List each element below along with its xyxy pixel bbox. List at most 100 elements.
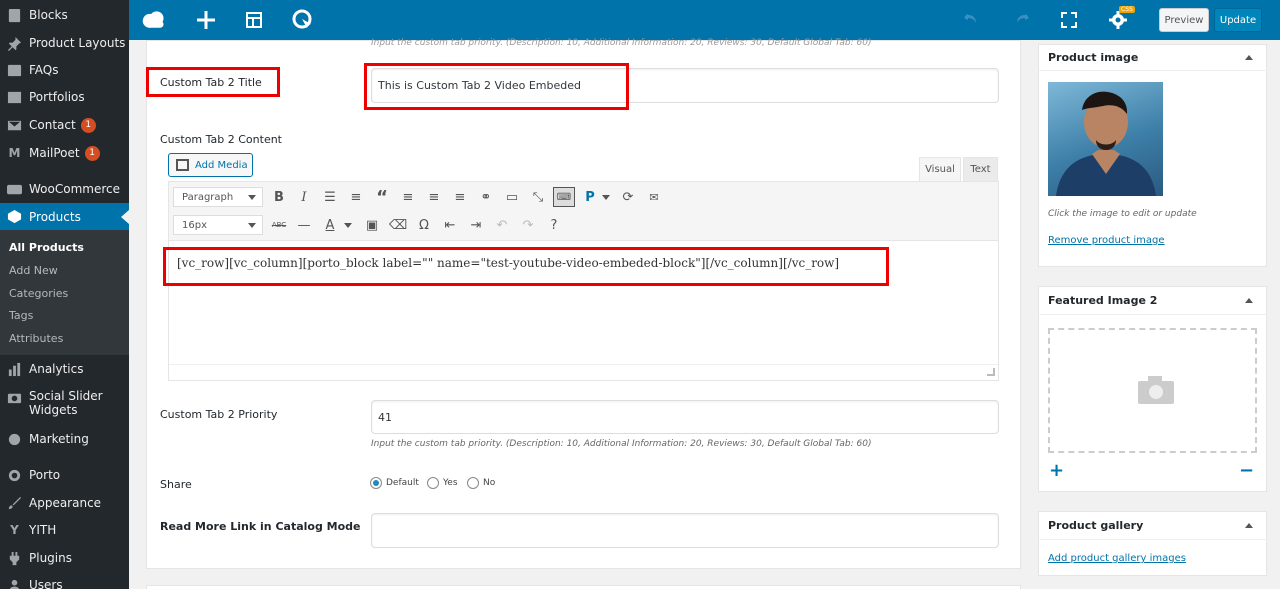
- highlight-box: [163, 247, 889, 286]
- align-right-icon[interactable]: ≡: [451, 188, 469, 206]
- refresh-icon[interactable]: ⟳: [619, 188, 637, 206]
- submenu-categories[interactable]: Categories: [9, 287, 68, 300]
- submenu-attributes[interactable]: Attributes: [9, 332, 63, 345]
- horizontal-line-icon[interactable]: —: [295, 216, 313, 234]
- add-media-button[interactable]: Add Media: [168, 153, 253, 177]
- tab2-priority-input[interactable]: 41: [371, 400, 999, 434]
- redo-icon[interactable]: [1008, 8, 1034, 32]
- collapse-arrow-icon[interactable]: [1245, 523, 1253, 528]
- update-button[interactable]: Update: [1214, 8, 1262, 32]
- fullscreen-icon[interactable]: [1056, 8, 1082, 32]
- sidebar-item-products[interactable]: Products: [0, 203, 129, 230]
- blockquote-icon[interactable]: “: [373, 187, 391, 208]
- blocks-icon: [7, 8, 22, 23]
- align-center-icon[interactable]: ≡: [425, 188, 443, 206]
- more-tag-icon[interactable]: ▭: [503, 188, 521, 206]
- share-radio-yes[interactable]: Yes: [427, 477, 458, 489]
- paste-text-icon[interactable]: ▣: [363, 216, 381, 234]
- link-icon[interactable]: ⚭: [477, 188, 495, 206]
- sidebar-item-product-layouts[interactable]: Product Layouts: [0, 30, 129, 56]
- strikethrough-icon[interactable]: ABC: [270, 216, 288, 234]
- sidebar-item-woocommerce[interactable]: WooCommerce: [0, 176, 129, 202]
- radio-button[interactable]: [427, 477, 439, 489]
- radio-button[interactable]: [467, 477, 479, 489]
- pin-icon: [7, 36, 22, 51]
- priority-hint: Input the custom tab priority. (Descript…: [371, 439, 872, 449]
- fullscreen-editor-icon[interactable]: ⤡: [529, 188, 547, 206]
- collapse-arrow-icon[interactable]: [1245, 298, 1253, 303]
- sidebar-item-appearance[interactable]: Appearance: [0, 490, 129, 516]
- sidebar-item-yith[interactable]: Y YITH: [0, 517, 129, 543]
- collapse-arrow-icon[interactable]: [1245, 55, 1253, 60]
- redo-editor-icon[interactable]: ↷: [519, 216, 537, 234]
- highlight-box: [364, 63, 629, 110]
- porto-shortcode-icon[interactable]: P: [581, 188, 599, 206]
- outdent-icon[interactable]: ⇤: [441, 216, 459, 234]
- tab2-priority-label: Custom Tab 2 Priority: [160, 408, 278, 421]
- porto-icon: [7, 468, 22, 483]
- text-color-icon[interactable]: A: [321, 216, 339, 234]
- font-size-select[interactable]: 16px: [173, 215, 263, 235]
- tab-visual[interactable]: Visual: [919, 157, 961, 181]
- product-image-title: Product image: [1048, 51, 1139, 64]
- paragraph-format-select[interactable]: Paragraph: [173, 187, 263, 207]
- sidebar-item-faqs[interactable]: FAQs: [0, 57, 129, 83]
- bold-icon[interactable]: B: [270, 188, 288, 206]
- layout-icon[interactable]: [241, 8, 267, 32]
- help-icon[interactable]: ?: [545, 216, 563, 234]
- css-badge: CSS: [1119, 6, 1135, 13]
- sidebar-item-users[interactable]: Users: [0, 572, 129, 589]
- camera-icon: [7, 390, 22, 405]
- undo-editor-icon[interactable]: ↶: [493, 216, 511, 234]
- indent-icon[interactable]: ⇥: [467, 216, 485, 234]
- products-submenu: All Products Add New Categories Tags Att…: [0, 230, 129, 355]
- products-icon: [7, 209, 22, 224]
- sidebar-item-mailpoet[interactable]: M MailPoet 1: [0, 140, 129, 166]
- bullet-list-icon[interactable]: ☰: [321, 188, 339, 206]
- admin-sidebar: Blocks Product Layouts FAQs Portfolios C…: [0, 0, 129, 589]
- add-element-icon[interactable]: [193, 8, 219, 32]
- remove-product-image-link[interactable]: Remove product image: [1048, 235, 1165, 246]
- portfolio-icon: [7, 90, 22, 105]
- sidebar-item-porto[interactable]: Porto: [0, 462, 129, 488]
- submenu-add-new[interactable]: Add New: [9, 264, 58, 277]
- radio-button[interactable]: [370, 477, 382, 489]
- editor-statusbar: [169, 364, 998, 380]
- remove-image-icon[interactable]: −: [1239, 462, 1254, 480]
- share-radio-default[interactable]: Default: [370, 477, 419, 489]
- align-left-icon[interactable]: ≡: [399, 188, 417, 206]
- submenu-all-products[interactable]: All Products: [9, 241, 84, 254]
- search-builder-icon[interactable]: [289, 8, 315, 32]
- share-radio-no[interactable]: No: [467, 477, 495, 489]
- sidebar-item-portfolios[interactable]: Portfolios: [0, 84, 129, 110]
- tab-text[interactable]: Text: [963, 157, 998, 181]
- sidebar-item-plugins[interactable]: Plugins: [0, 545, 129, 571]
- mail-icon: [7, 118, 22, 133]
- plugin-icon: [7, 551, 22, 566]
- form-icon[interactable]: ✉: [645, 188, 663, 206]
- italic-icon[interactable]: I: [295, 188, 313, 206]
- add-image-icon[interactable]: +: [1049, 462, 1064, 480]
- preview-button[interactable]: Preview: [1159, 8, 1209, 32]
- users-icon: [7, 578, 22, 589]
- analytics-icon: [7, 362, 22, 377]
- readmore-input[interactable]: [371, 513, 999, 548]
- special-character-icon[interactable]: Ω: [415, 216, 433, 234]
- submenu-tags[interactable]: Tags: [9, 309, 33, 322]
- sidebar-item-contact[interactable]: Contact 1: [0, 112, 129, 138]
- numbered-list-icon[interactable]: ≡: [347, 188, 365, 206]
- sidebar-item-analytics[interactable]: Analytics: [0, 356, 129, 382]
- sidebar-item-social-slider[interactable]: Social Slider Widgets: [0, 389, 129, 419]
- resize-handle[interactable]: [987, 368, 995, 376]
- chevron-down-icon[interactable]: [344, 223, 352, 228]
- clear-formatting-icon[interactable]: ⌫: [389, 216, 407, 234]
- sidebar-item-blocks[interactable]: Blocks: [0, 2, 129, 28]
- add-gallery-images-link[interactable]: Add product gallery images: [1048, 553, 1186, 564]
- undo-icon[interactable]: [959, 8, 985, 32]
- toolbar-toggle-icon[interactable]: ⌨: [553, 187, 575, 207]
- product-image-hint: Click the image to edit or update: [1048, 209, 1197, 219]
- product-image-thumbnail[interactable]: [1048, 82, 1163, 196]
- chevron-down-icon[interactable]: [602, 195, 610, 200]
- cloud-icon[interactable]: [141, 8, 167, 32]
- sidebar-item-marketing[interactable]: Marketing: [0, 426, 129, 452]
